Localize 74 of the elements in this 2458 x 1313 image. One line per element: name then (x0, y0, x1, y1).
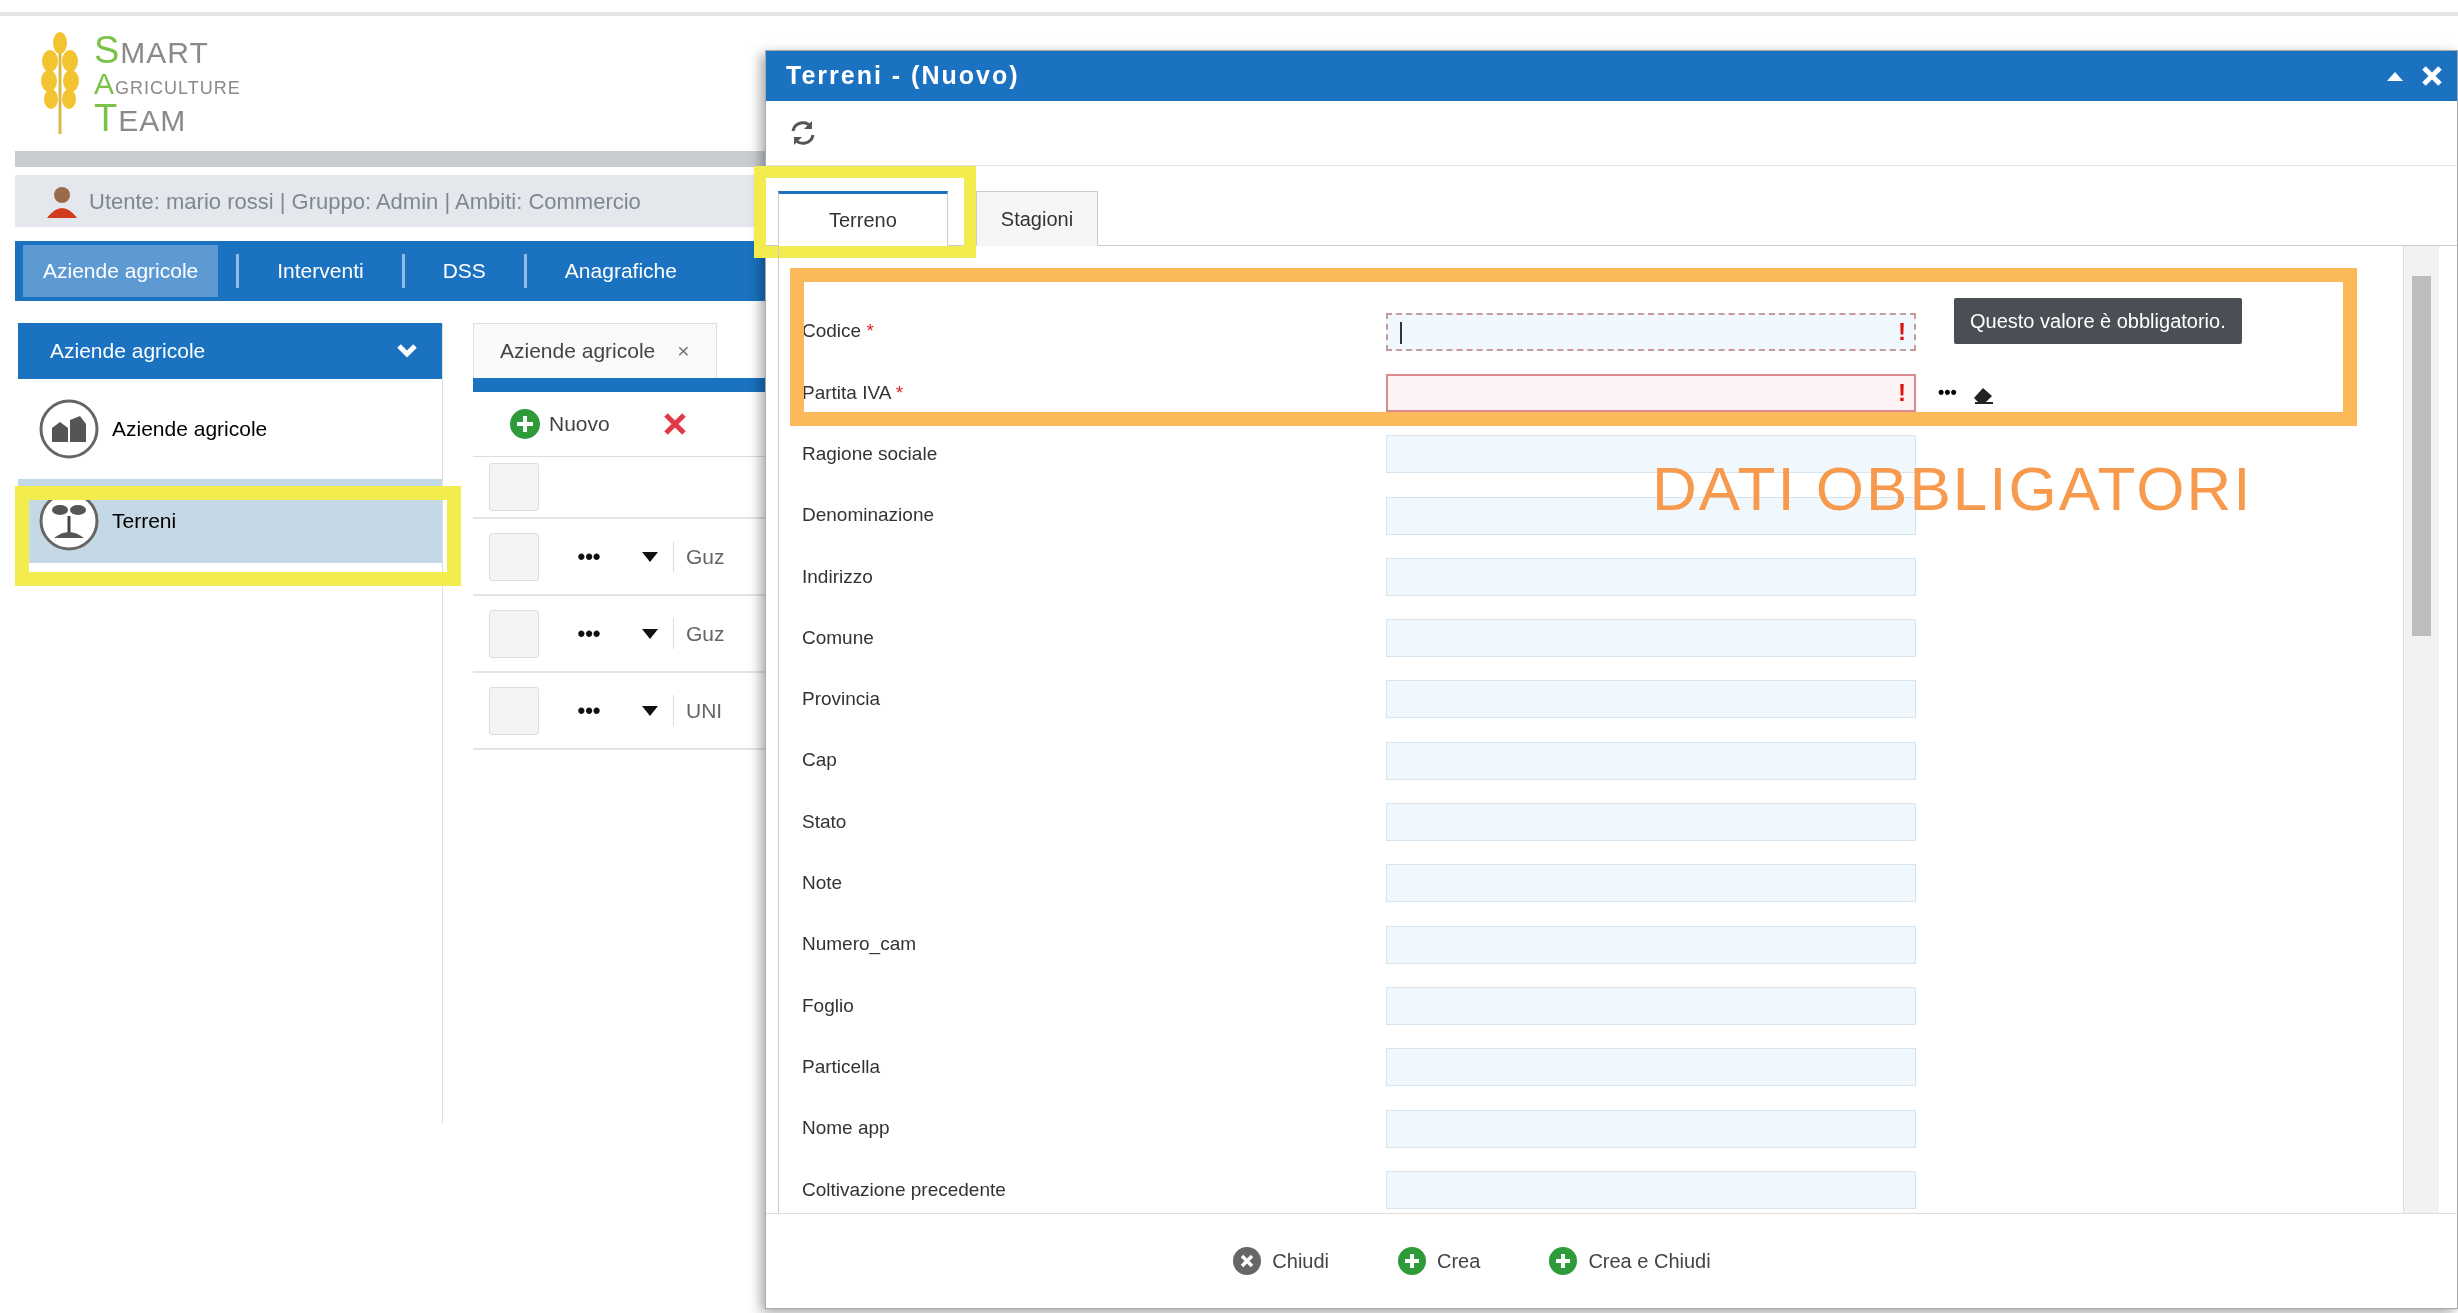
error-icon: ! (1898, 313, 1906, 350)
input-field[interactable] (1386, 557, 1916, 596)
field-label: Ragione sociale (802, 442, 939, 466)
field-label: Coltivazione precedente (802, 1177, 1007, 1202)
nav-tab[interactable]: DSS (422, 245, 506, 297)
field-label: Foglio (802, 993, 855, 1018)
field-label: Denominazione (802, 503, 936, 528)
input-field[interactable]: ! (1386, 312, 1916, 351)
form-tab[interactable]: Stagioni (975, 191, 1099, 246)
plus-circle-icon (1548, 1246, 1579, 1276)
user-info-text: Utente: mario rossi | Gruppo: Admin | Ambiti: Commercio (89, 187, 641, 216)
delete-x-icon (661, 411, 688, 437)
chevron-down-icon (396, 343, 418, 359)
field-label: Provincia (802, 687, 882, 712)
annotation-text: DATI OBBLIGATORI (1652, 453, 2253, 525)
logo-text: TEAM (94, 98, 188, 137)
dialog-title: Terreni - (Nuovo) (786, 60, 1020, 92)
input-field[interactable]: ! (1386, 373, 1916, 412)
input-field[interactable] (1386, 741, 1916, 780)
input-field[interactable] (1386, 1048, 1916, 1087)
plus-circle-icon (509, 408, 541, 440)
logo-text: SMART (94, 30, 210, 69)
nav-tab[interactable]: Anagrafiche (544, 245, 697, 297)
caret-down-icon[interactable] (641, 550, 659, 563)
farm-icon (38, 398, 100, 460)
lookup-button[interactable]: ••• (1938, 379, 1957, 407)
create-button[interactable]: Crea e Chiudi (1544, 1242, 1715, 1280)
input-field[interactable] (1386, 925, 1916, 964)
field-label: Nome app (802, 1116, 891, 1141)
input-field[interactable] (1386, 619, 1916, 658)
field-label: Particella (802, 1054, 882, 1079)
field-label: Stato (802, 809, 848, 834)
row-menu-button[interactable]: ••• (559, 694, 619, 727)
row-menu-button[interactable]: ••• (559, 617, 619, 650)
field-label: Cap (802, 748, 838, 773)
caret-down-icon[interactable] (641, 704, 659, 717)
sidebar-title: Aziende agricole (50, 338, 206, 365)
field-label: Codice * (802, 319, 875, 344)
close-icon[interactable] (2421, 65, 2443, 87)
logo-text: AGRICULTURE (94, 68, 241, 99)
field-label: Indirizzo (802, 564, 874, 589)
panel-tab[interactable]: Aziende agricole × (473, 323, 717, 378)
close-button[interactable]: Chiudi (1228, 1242, 1333, 1280)
close-tab-icon[interactable]: × (677, 335, 690, 367)
input-field[interactable] (1386, 680, 1916, 719)
table-cell: Guz (673, 617, 725, 650)
table-cell: UNI (673, 694, 723, 727)
row-checkbox[interactable] (489, 686, 539, 735)
row-checkbox[interactable] (489, 609, 539, 658)
field-label: Partita IVA * (802, 380, 905, 405)
input-field[interactable] (1386, 803, 1916, 841)
input-field[interactable] (1386, 986, 1916, 1025)
caret-down-icon[interactable] (641, 627, 659, 640)
field-label: Note (802, 871, 844, 896)
create-button[interactable]: Crea (1393, 1242, 1485, 1280)
new-button[interactable]: Nuovo (503, 404, 616, 444)
nav-tab[interactable]: Interventi (257, 245, 384, 297)
close-circle-icon (1232, 1246, 1263, 1276)
table-cell: Guz (673, 540, 725, 573)
field-label: Numero_cam (802, 932, 918, 957)
field-label: Comune (802, 625, 875, 650)
input-field[interactable] (1386, 1170, 1916, 1209)
plus-circle-icon (1397, 1246, 1427, 1276)
form-tab[interactable]: Terreno (778, 191, 948, 246)
row-menu-button[interactable]: ••• (559, 540, 619, 573)
row-checkbox[interactable] (489, 532, 539, 581)
user-avatar-icon (45, 184, 79, 218)
sidebar-header[interactable]: Aziende agricole (18, 323, 442, 379)
select-all-checkbox[interactable] (489, 463, 539, 511)
error-tooltip: Questo valore è obbligatorio. (1954, 298, 2242, 344)
scrollbar[interactable] (2403, 246, 2439, 1213)
input-field[interactable] (1386, 1109, 1916, 1148)
input-field[interactable] (1386, 864, 1916, 903)
error-icon: ! (1898, 374, 1906, 411)
